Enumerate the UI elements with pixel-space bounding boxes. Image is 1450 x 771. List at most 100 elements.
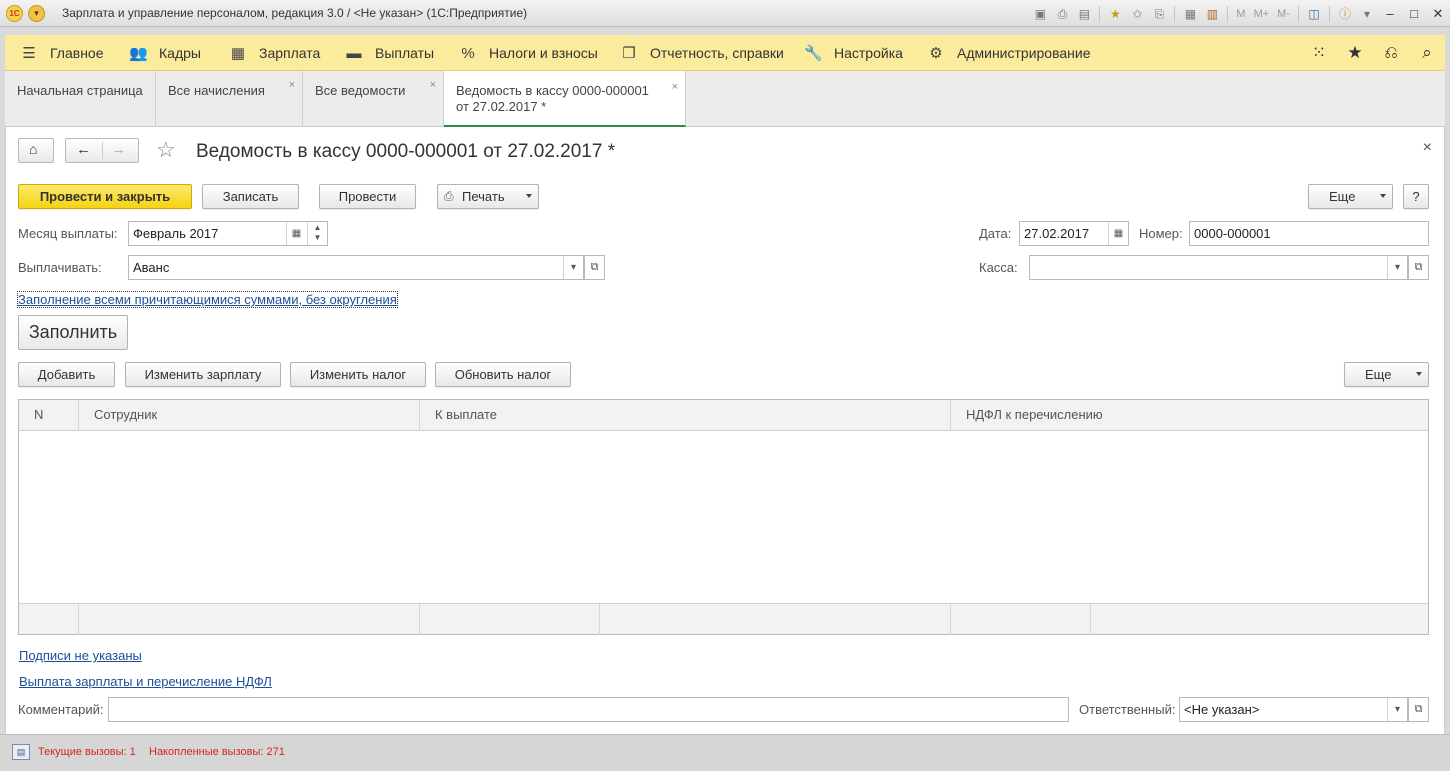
open-icon[interactable]: ⧉: [1408, 697, 1429, 722]
calendar-icon[interactable]: ▦: [286, 222, 306, 245]
reports-icon: ❐: [622, 45, 636, 62]
column-n[interactable]: N: [19, 400, 79, 431]
post-button[interactable]: Провести: [319, 184, 416, 209]
add-button[interactable]: Добавить: [18, 362, 115, 387]
save-button[interactable]: Записать: [202, 184, 299, 209]
preview-icon[interactable]: ▤: [1074, 4, 1094, 24]
back-arrow-icon[interactable]: ←: [76, 141, 91, 158]
column-employee[interactable]: Сотрудник: [79, 400, 420, 431]
memory-plus-button[interactable]: M+: [1254, 8, 1270, 20]
tab-all-accruals[interactable]: Все начисления ×: [156, 71, 303, 127]
pay-field[interactable]: Аванс ▾: [128, 255, 584, 280]
table-more-button[interactable]: Еще: [1344, 362, 1429, 387]
link-icon[interactable]: ⎘: [1149, 4, 1169, 24]
chevron-down-icon: [1380, 194, 1386, 198]
payment-link[interactable]: Выплата зарплаты и перечисление НДФЛ: [19, 674, 272, 689]
column-ndfl[interactable]: НДФЛ к перечислению: [951, 400, 1428, 431]
employees-table[interactable]: N Сотрудник К выплате НДФЛ к перечислени…: [18, 399, 1429, 635]
close-icon[interactable]: ×: [430, 79, 436, 91]
home-button[interactable]: ⌂: [18, 138, 54, 163]
section-label: Отчетность, справки: [650, 45, 784, 61]
help-button[interactable]: ?: [1403, 184, 1429, 209]
section-label: Зарплата: [259, 45, 321, 61]
panels-icon[interactable]: ◫: [1304, 4, 1324, 24]
signatures-link[interactable]: Подписи не указаны: [19, 648, 142, 663]
more-button[interactable]: Еще: [1308, 184, 1393, 209]
open-windows-tabs: Начальная страница Все начисления × Все …: [5, 71, 1445, 127]
memory-button[interactable]: M: [1236, 8, 1245, 20]
section-settings[interactable]: 🔧 Настройка: [804, 35, 903, 71]
open-icon[interactable]: ⧉: [1408, 255, 1429, 280]
favorites-add-icon[interactable]: ★: [1105, 4, 1125, 24]
section-label: Настройка: [834, 45, 903, 61]
month-field[interactable]: Февраль 2017 ▦ ▲ ▼: [128, 221, 328, 246]
tab-cash-statement[interactable]: Ведомость в кассу 0000-000001 от 27.02.2…: [444, 71, 686, 127]
favorites-star-icon[interactable]: ★: [1337, 43, 1373, 63]
divider: [1298, 5, 1299, 22]
money-icon: ▬: [346, 44, 362, 62]
calendar-icon[interactable]: ▦: [1108, 222, 1128, 245]
section-label: Главное: [50, 45, 104, 61]
date-field[interactable]: 27.02.2017 ▦: [1019, 221, 1129, 246]
close-icon[interactable]: ×: [672, 79, 678, 95]
all-functions-icon[interactable]: ⁙: [1301, 43, 1337, 63]
history-icon[interactable]: ⎌: [1373, 43, 1409, 63]
section-salary[interactable]: ▦ Зарплата: [229, 35, 320, 71]
responsible-field[interactable]: <Не указан> ▾: [1179, 697, 1408, 722]
number-field[interactable]: 0000-000001: [1189, 221, 1429, 246]
change-tax-button[interactable]: Изменить налог: [290, 362, 426, 387]
sections-right-tools: ⁙ ★ ⎌ ⌕: [1301, 35, 1445, 71]
footer-cell: [79, 604, 420, 635]
calculator-icon[interactable]: ▦: [1180, 4, 1200, 24]
date-value: 27.02.2017: [1024, 226, 1090, 241]
chevron-down-icon[interactable]: ▾: [1357, 4, 1377, 24]
month-stepper[interactable]: ▲ ▼: [307, 222, 327, 245]
maximize-button[interactable]: □: [1402, 4, 1426, 24]
close-form-icon[interactable]: ×: [1423, 139, 1432, 157]
open-icon[interactable]: ⧉: [584, 255, 605, 280]
chevron-down-icon[interactable]: ▾: [563, 256, 583, 279]
memory-minus-button[interactable]: M-: [1277, 8, 1290, 20]
status-bar: ▤ Текущие вызовы: 1 Накопленные вызовы: …: [0, 734, 1450, 771]
section-hr[interactable]: 👥 Кадры: [129, 35, 201, 71]
section-payments[interactable]: ▬ Выплаты: [345, 35, 435, 71]
section-label: Выплаты: [375, 45, 435, 61]
forward-arrow-icon[interactable]: →: [111, 141, 126, 158]
section-main[interactable]: ☰ Главное: [20, 35, 104, 71]
server-calls-icon[interactable]: ▤: [12, 744, 30, 760]
section-admin[interactable]: ⚙ Администрирование: [927, 35, 1090, 71]
comment-field[interactable]: [108, 697, 1069, 722]
section-taxes[interactable]: % Налоги и взносы: [459, 35, 598, 71]
main-menu-icon[interactable]: ▾: [28, 5, 45, 22]
favorites-icon[interactable]: ✩: [1127, 4, 1147, 24]
chevron-down-icon[interactable]: ▾: [1387, 698, 1407, 721]
column-to-pay[interactable]: К выплате: [420, 400, 951, 431]
minimize-button[interactable]: –: [1378, 4, 1402, 24]
cash-field[interactable]: ▾: [1029, 255, 1408, 280]
footer-cell: [420, 604, 600, 635]
close-window-button[interactable]: ✕: [1426, 4, 1450, 24]
post-and-close-button[interactable]: Провести и закрыть: [18, 184, 192, 209]
info-icon[interactable]: ⓘ: [1335, 4, 1355, 24]
fill-button[interactable]: Заполнить: [18, 315, 128, 350]
print-dropdown-button[interactable]: ⎙ Печать: [437, 184, 539, 209]
tab-home[interactable]: Начальная страница: [5, 71, 156, 127]
change-salary-button[interactable]: Изменить зарплату: [125, 362, 281, 387]
save-icon[interactable]: ▣: [1030, 4, 1050, 24]
print-icon[interactable]: ⎙: [1052, 4, 1072, 24]
fill-mode-link[interactable]: Заполнение всеми причитающимися суммами,…: [17, 291, 398, 308]
favorite-star-icon[interactable]: ☆: [156, 137, 176, 163]
update-tax-button[interactable]: Обновить налог: [435, 362, 571, 387]
gear-icon: ⚙: [929, 45, 943, 62]
table-header: N Сотрудник К выплате НДФЛ к перечислени…: [19, 400, 1428, 431]
divider: [1227, 5, 1229, 22]
search-icon[interactable]: ⌕: [1409, 43, 1445, 63]
section-reports[interactable]: ❐ Отчетность, справки: [620, 35, 784, 71]
wrench-icon: 🔧: [804, 45, 823, 62]
chevron-down-icon[interactable]: ▾: [1387, 256, 1407, 279]
footer-cell: [600, 604, 951, 635]
tab-all-statements[interactable]: Все ведомости ×: [303, 71, 444, 127]
people-icon: 👥: [129, 45, 148, 62]
close-icon[interactable]: ×: [289, 79, 295, 91]
calendar-icon[interactable]: ▥: [1202, 4, 1222, 24]
